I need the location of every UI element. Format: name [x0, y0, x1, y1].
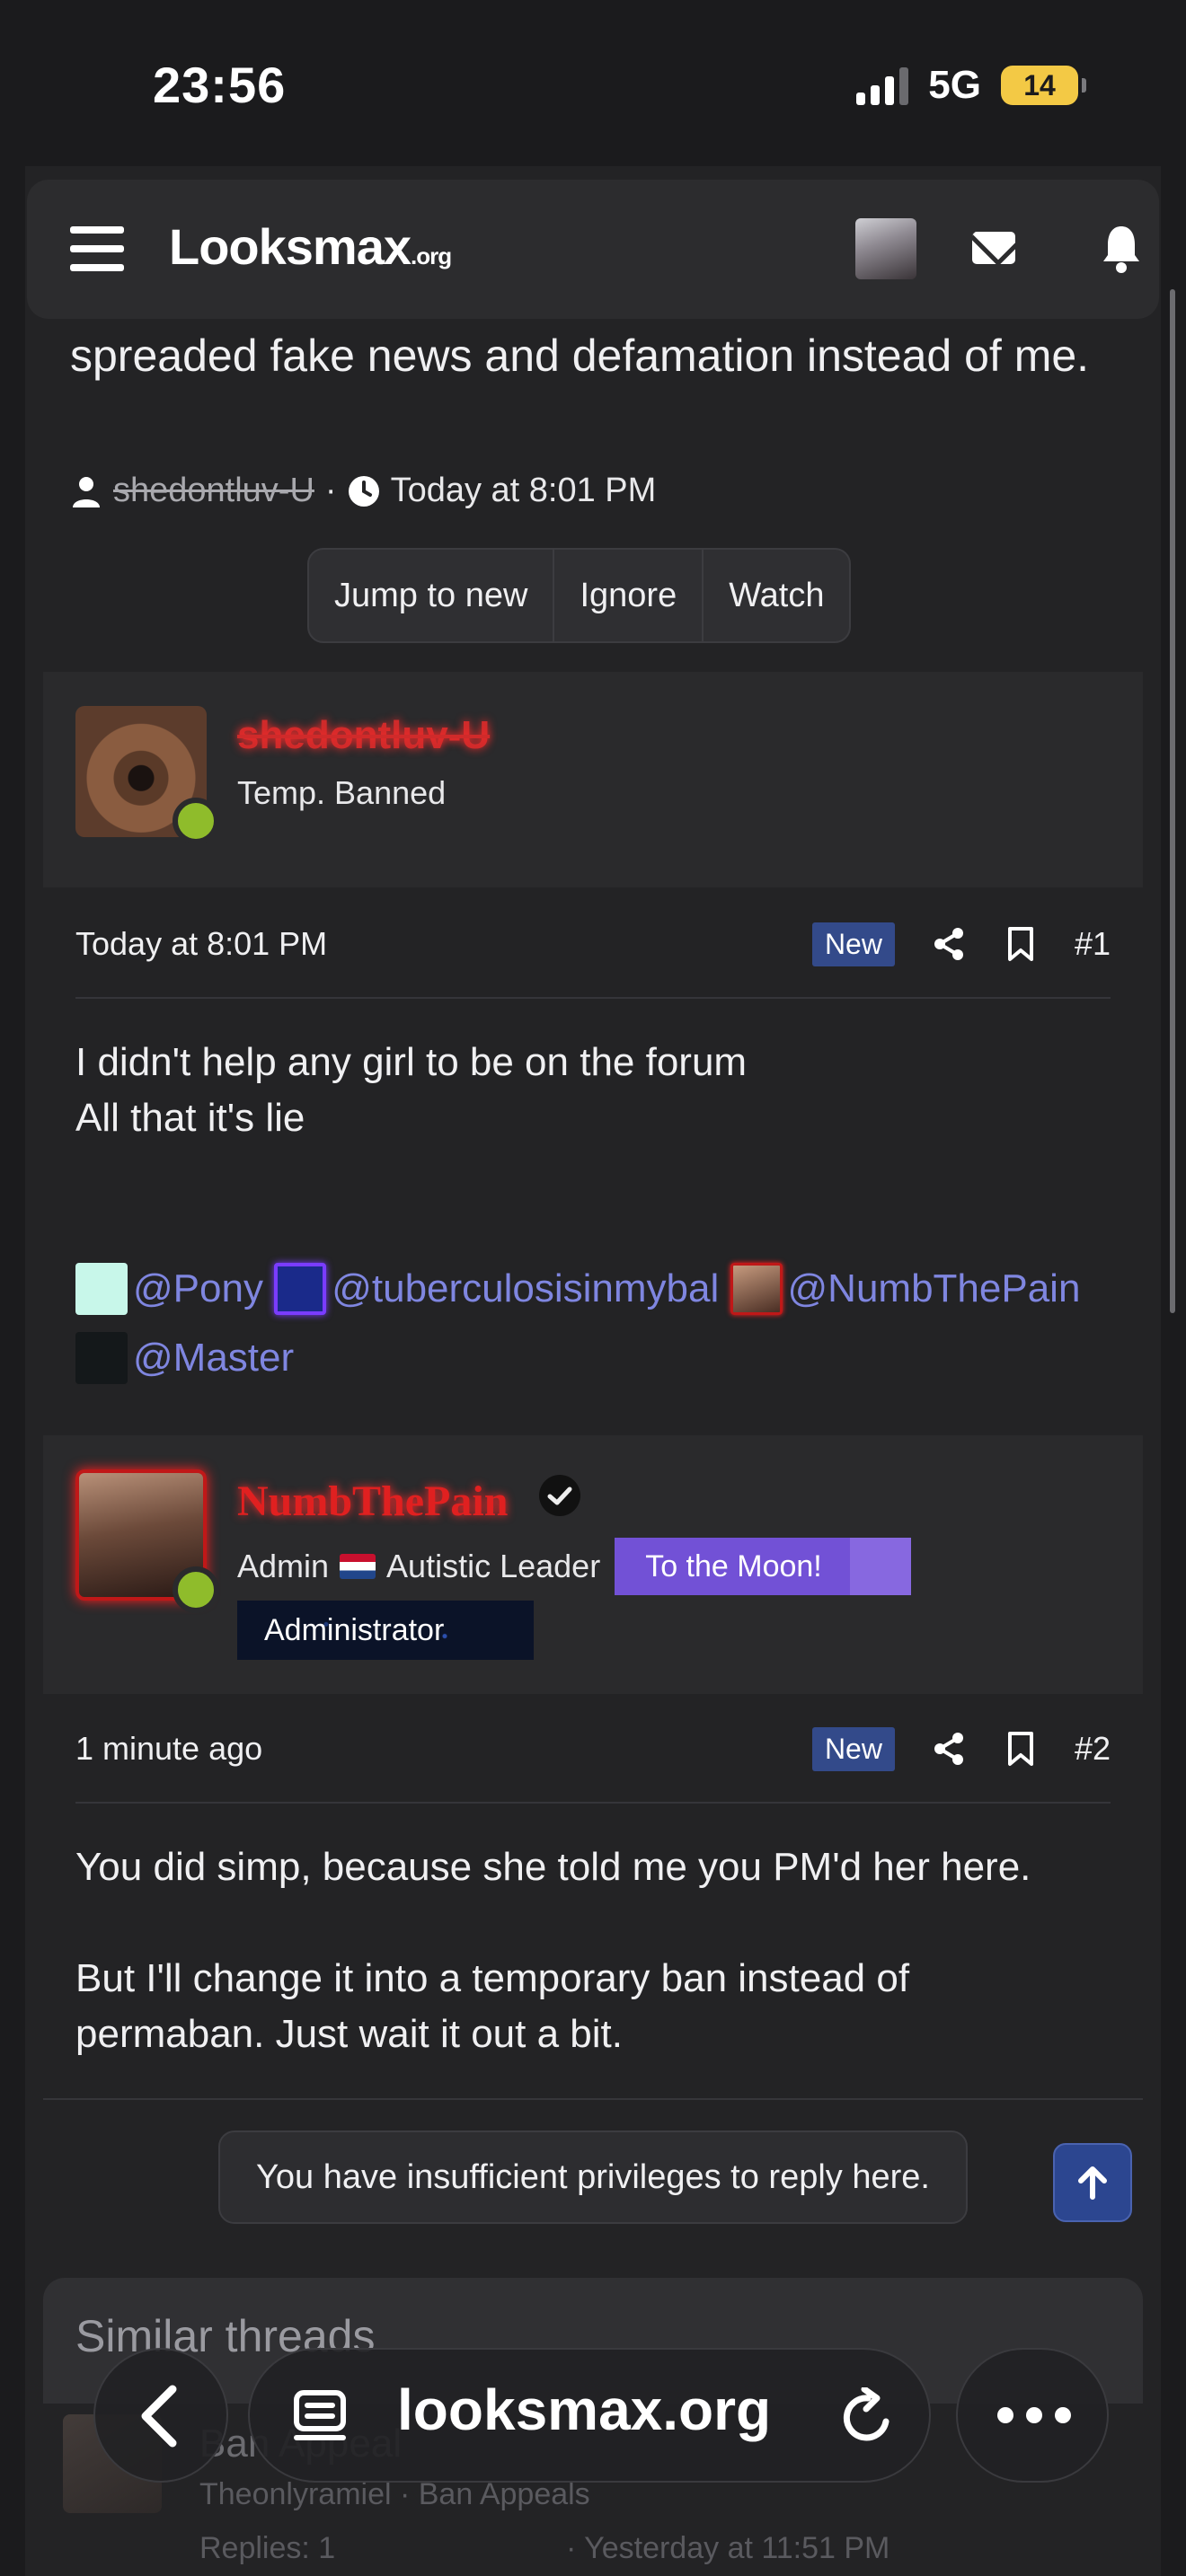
mention-label: @NumbThePain — [787, 1266, 1081, 1310]
mail-icon[interactable] — [972, 232, 1015, 264]
post-1-user-title: Temp. Banned — [237, 774, 447, 811]
post-1-number[interactable]: #1 — [1075, 925, 1111, 963]
similar-thread-date: · Yesterday at 11:51 PM — [566, 2531, 890, 2565]
administrator-badge: Administrator — [237, 1601, 534, 1660]
post-2-role: Admin — [237, 1548, 330, 1584]
reader-icon[interactable] — [291, 2389, 349, 2447]
post-2-paragraph: But I'll change it into a temporary ban … — [75, 1956, 910, 2056]
post-2-title: Autistic Leader — [386, 1548, 601, 1584]
divider — [43, 2098, 1143, 2100]
post-2-number[interactable]: #2 — [1075, 1730, 1111, 1768]
mention-pony[interactable]: @Pony — [75, 1261, 263, 1317]
browser-more-button[interactable] — [956, 2348, 1109, 2483]
post-1-body: I didn't help any girl to be on the foru… — [75, 1035, 1109, 1146]
mention-master[interactable]: @Master — [75, 1330, 294, 1386]
new-badge: New — [811, 922, 895, 966]
moon-badge: To the Moon! — [615, 1538, 912, 1595]
online-indicator — [173, 798, 219, 844]
post-1-time[interactable]: Today at 8:01 PM — [75, 925, 327, 963]
share-icon[interactable] — [931, 926, 967, 962]
reload-icon[interactable] — [837, 2387, 898, 2448]
thread-title-text: spreaded fake news and defamation instea… — [70, 331, 1090, 381]
arrow-up-icon — [1078, 2166, 1107, 2200]
post-2-role-line: Admin Autistic Leader To the Moon! — [237, 1538, 912, 1595]
browser-back-button[interactable] — [93, 2348, 228, 2483]
scroll-to-top-button[interactable] — [1053, 2143, 1132, 2222]
chevron-left-icon — [141, 2385, 177, 2448]
logo-suffix: .org — [411, 243, 452, 269]
mention-numbthepain[interactable]: @NumbThePain — [730, 1261, 1081, 1317]
mention-avatar — [75, 1263, 128, 1315]
battery-level: 14 — [1023, 68, 1056, 101]
network-label: 5G — [928, 63, 981, 107]
similar-thread-date-value: Yesterday at 11:51 PM — [584, 2531, 890, 2565]
post-2-paragraph: You did simp, because she told me you PM… — [75, 1845, 1031, 1889]
more-icon — [997, 2407, 1071, 2423]
signal-icon — [856, 66, 909, 105]
meta-separator: · — [324, 472, 337, 509]
browser-url[interactable]: looksmax.org — [397, 2377, 771, 2443]
thread-meta: shedontluv-U · Today at 8:01 PM — [70, 472, 656, 510]
user-icon — [73, 476, 100, 507]
thread-actions: Jump to new Ignore Watch — [307, 548, 852, 643]
mention-label: @Pony — [133, 1266, 263, 1310]
online-indicator — [173, 1566, 219, 1613]
clock-icon — [348, 475, 379, 507]
similar-thread-replies: Replies: 1 — [199, 2531, 336, 2565]
new-badge: New — [811, 1726, 895, 1771]
site-header: Looksmax.org — [27, 180, 1159, 319]
mention-avatar — [730, 1263, 783, 1315]
mention-avatar — [75, 1332, 128, 1384]
post-1-line: All that it's lie — [75, 1096, 305, 1140]
reply-privileges-notice: You have insufficient privileges to repl… — [218, 2130, 968, 2224]
post-2-username[interactable]: NumbThePain — [237, 1477, 508, 1526]
status-time: 23:56 — [153, 57, 287, 113]
account-avatar[interactable] — [855, 218, 916, 279]
battery-icon: 14 — [1001, 66, 1086, 105]
thread-date: Today at 8:01 PM — [390, 472, 657, 509]
netherlands-flag-icon — [340, 1554, 376, 1579]
post-2-body: You did simp, because she told me you PM… — [75, 1839, 1109, 2062]
scrollbar[interactable] — [1170, 289, 1175, 1313]
watch-button[interactable]: Watch — [704, 550, 849, 641]
share-icon[interactable] — [931, 1731, 967, 1767]
post-1-user-block: shedontluv-U Temp. Banned — [43, 672, 1143, 887]
post-2-time[interactable]: 1 minute ago — [75, 1730, 262, 1768]
bell-icon[interactable] — [1101, 223, 1142, 273]
bookmark-icon[interactable] — [1003, 926, 1039, 962]
status-indicators: 5G 14 — [856, 63, 1086, 108]
ignore-button[interactable]: Ignore — [554, 550, 704, 641]
thread-author[interactable]: shedontluv-U — [113, 472, 314, 510]
administrator-badge-label: Administrator — [264, 1612, 445, 1647]
mention-tuberculosisinmybal[interactable]: @tuberculosisinmybal — [274, 1261, 719, 1317]
post-1-line: I didn't help any girl to be on the foru… — [75, 1040, 748, 1084]
menu-icon[interactable] — [70, 226, 124, 271]
bookmark-icon[interactable] — [1003, 1731, 1039, 1767]
post-1-mentions: @Pony @tuberculosisinmybal @NumbThePain … — [75, 1261, 1109, 1399]
verified-icon — [539, 1475, 580, 1516]
post-1-username[interactable]: shedontluv-U — [237, 713, 490, 758]
jump-to-new-button[interactable]: Jump to new — [309, 550, 555, 641]
post-1-meta: Today at 8:01 PM New #1 — [75, 891, 1111, 999]
mention-avatar — [274, 1263, 327, 1315]
site-logo[interactable]: Looksmax.org — [169, 217, 452, 276]
logo-text: Looksmax — [169, 218, 412, 275]
post-2-meta: 1 minute ago New #2 — [75, 1696, 1111, 1804]
mention-label: @Master — [133, 1336, 295, 1380]
status-bar: 23:56 5G 14 — [0, 0, 1186, 171]
moon-badge-label: To the Moon! — [645, 1548, 822, 1584]
mention-label: @tuberculosisinmybal — [332, 1266, 720, 1310]
